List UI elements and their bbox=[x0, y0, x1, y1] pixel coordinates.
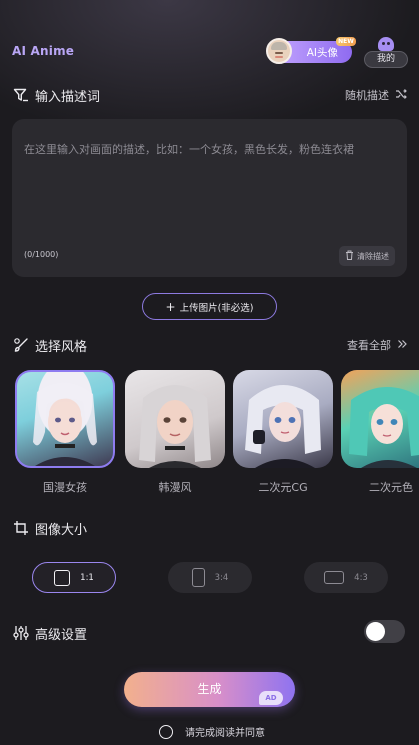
size-option-label: 3:4 bbox=[214, 572, 229, 583]
shuffle-icon bbox=[395, 88, 407, 103]
prompt-section-header: 输入描述词 随机描述 bbox=[12, 85, 407, 105]
advanced-settings-row: 高级设置 bbox=[12, 623, 407, 643]
trash-icon bbox=[345, 250, 354, 262]
generate-label: 生成 bbox=[197, 682, 222, 696]
generate-button[interactable]: 生成 AD bbox=[124, 672, 295, 707]
landscape-shape-icon bbox=[324, 571, 345, 584]
style-label: 韩漫风 bbox=[158, 481, 192, 494]
agreement-radio[interactable] bbox=[159, 724, 173, 739]
advanced-settings-title: 高级设置 bbox=[35, 627, 88, 643]
portrait-shape-icon bbox=[191, 568, 205, 587]
upload-image-label: 上传图片(非必选) bbox=[179, 302, 254, 314]
prompt-placeholder: 在这里输入对画面的描述，比如：一个女孩，黑色长发，粉色连衣裙 bbox=[24, 143, 354, 156]
size-option-3-4[interactable]: 3:4 bbox=[168, 562, 252, 593]
view-all-label: 查看全部 bbox=[347, 339, 391, 352]
style-label: 国漫女孩 bbox=[43, 481, 87, 494]
style-thumbnail bbox=[15, 370, 115, 468]
size-option-1-1[interactable]: 1:1 bbox=[32, 562, 116, 593]
character-counter: (0/1000) bbox=[24, 250, 59, 259]
view-all-styles-link[interactable]: 查看全部 bbox=[347, 337, 407, 353]
top-bar: AI Anime AI头像 NEW 我的 bbox=[0, 0, 419, 80]
size-option-label: 4:3 bbox=[354, 572, 368, 583]
double-chevron-right-icon bbox=[397, 339, 407, 352]
ai-avatar-face-icon bbox=[266, 38, 292, 64]
plus-icon: + bbox=[165, 299, 176, 314]
clear-description-label: 清除描述 bbox=[357, 251, 389, 261]
style-card-korean-comic[interactable]: 韩漫风 bbox=[125, 370, 225, 500]
style-section-header: 选择风格 查看全部 bbox=[12, 335, 407, 355]
toggle-knob bbox=[366, 622, 385, 641]
style-label: 二次元色 bbox=[369, 481, 413, 494]
size-option-label: 1:1 bbox=[80, 572, 94, 583]
style-thumbnail bbox=[233, 370, 333, 468]
mine-button[interactable]: 我的 bbox=[364, 37, 408, 69]
style-card-guoman-girl[interactable]: 国漫女孩 bbox=[15, 370, 115, 500]
app-title: AI Anime bbox=[12, 44, 75, 58]
random-description-button[interactable]: 随机描述 bbox=[345, 87, 407, 103]
ai-avatar-label: AI头像 bbox=[306, 46, 338, 59]
size-option-4-3[interactable]: 4:3 bbox=[304, 562, 388, 593]
new-badge: NEW bbox=[336, 37, 356, 46]
random-description-label: 随机描述 bbox=[345, 89, 389, 102]
agreement-text[interactable]: 请完成阅读并同意 bbox=[185, 724, 265, 739]
style-thumbnail bbox=[125, 370, 225, 468]
size-section-header: 图像大小 bbox=[12, 518, 407, 538]
crop-icon bbox=[12, 519, 30, 537]
style-section-title: 选择风格 bbox=[35, 339, 88, 355]
prompt-textarea[interactable]: 在这里输入对画面的描述，比如：一个女孩，黑色长发，粉色连衣裙 (0/1000) … bbox=[12, 119, 407, 277]
brush-icon bbox=[12, 336, 30, 354]
agreement-row: 请完成阅读并同意 bbox=[159, 724, 265, 739]
style-label: 二次元CG bbox=[258, 481, 308, 494]
upload-image-button[interactable]: + 上传图片(非必选) bbox=[142, 293, 277, 320]
clear-description-button[interactable]: 清除描述 bbox=[339, 246, 395, 266]
sliders-icon bbox=[12, 624, 30, 642]
style-thumbnail bbox=[341, 370, 419, 468]
size-section-title: 图像大小 bbox=[35, 522, 88, 538]
advanced-settings-toggle[interactable] bbox=[364, 620, 405, 643]
ad-badge: AD bbox=[259, 691, 283, 705]
mine-label: 我的 bbox=[364, 51, 408, 68]
ghost-avatar-icon bbox=[378, 37, 394, 51]
style-card-anime-cg[interactable]: 二次元CG bbox=[233, 370, 333, 500]
filter-edit-icon bbox=[12, 86, 30, 104]
prompt-section-title: 输入描述词 bbox=[35, 89, 101, 105]
style-card-anime-color[interactable]: 二次元色 bbox=[341, 370, 419, 500]
square-shape-icon bbox=[54, 569, 71, 586]
